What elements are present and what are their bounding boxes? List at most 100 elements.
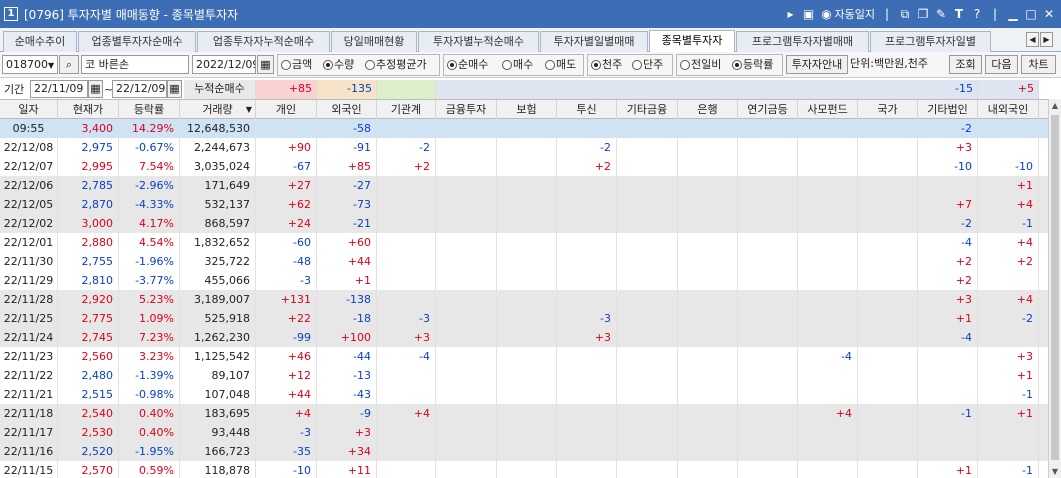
col-header-other-corp[interactable]: 기타법인 (918, 100, 978, 119)
table-row[interactable]: 22/12/06 2,785 -2.96% 171,649 +27 -27 +1 (0, 176, 1048, 195)
cell-nation (858, 252, 918, 271)
period-from-input[interactable]: 22/11/09 (30, 80, 88, 98)
period-to-input[interactable]: 22/12/09 (112, 80, 167, 98)
cell-private-fund (798, 442, 858, 461)
col-header-domestic-foreign[interactable]: 내외국인 (978, 100, 1039, 119)
cell-insurance (497, 195, 557, 214)
table-row[interactable]: 09:55 3,400 14.29% 12,648,530 -58 -2 (0, 119, 1048, 138)
scroll-up-icon[interactable]: ▲ (1049, 99, 1061, 112)
tab-stock-investor[interactable]: 종목별투자자 (649, 30, 735, 52)
date-input[interactable]: 2022/12/09 (192, 55, 256, 74)
play-icon[interactable]: ▸ (785, 7, 797, 21)
table-row[interactable]: 22/11/24 2,745 7.23% 1,262,230 -99 +100 +3 +3 -4 (0, 328, 1048, 347)
cell-bank (678, 214, 738, 233)
table-row[interactable]: 22/11/16 2,520 -1.95% 166,723 -35 +34 (0, 442, 1048, 461)
calendar-icon[interactable]: ▦ (257, 55, 274, 74)
col-header-trust[interactable]: 투신 (557, 100, 617, 119)
tab-daily-trading[interactable]: 당일매매현황 (331, 31, 417, 52)
scroll-thumb[interactable] (1051, 115, 1059, 460)
close-icon[interactable]: ✕ (1043, 7, 1055, 21)
stock-code-input[interactable]: 018700▼ (2, 55, 58, 74)
link-icon[interactable]: ⧉ (899, 7, 911, 22)
col-header-other-finance[interactable]: 기타금융 (617, 100, 678, 119)
copy-icon[interactable]: ❐ (917, 7, 929, 21)
col-header-bank[interactable]: 은행 (678, 100, 738, 119)
sort-dropdown-icon[interactable]: ▼ (246, 100, 252, 119)
table-row[interactable]: 22/11/21 2,515 -0.98% 107,048 +44 -43 -1 (0, 385, 1048, 404)
radio-single-shares[interactable]: 단주 (632, 57, 663, 73)
cell-institution (377, 195, 436, 214)
tab-sector-investor-cum[interactable]: 업종투자자누적순매수 (197, 31, 330, 52)
col-header-individual[interactable]: 개인 (256, 100, 317, 119)
col-header-change-rate[interactable]: 등락률 (119, 100, 180, 119)
cell-volume: 3,035,024 (180, 157, 256, 176)
tab-net-buy-trend[interactable]: 순매수추이 (3, 31, 77, 52)
tab-scroll-left-icon[interactable]: ◀ (1026, 32, 1039, 47)
next-button[interactable]: 다음 (985, 55, 1018, 74)
cell-trust (557, 176, 617, 195)
table-row[interactable]: 22/12/02 3,000 4.17% 868,597 +24 -21 -2 -1 (0, 214, 1048, 233)
memo-icon[interactable]: ▣ (803, 7, 815, 21)
calendar-icon[interactable]: ▦ (167, 80, 182, 98)
col-header-pension[interactable]: 연기금등 (738, 100, 798, 119)
col-header-financial-invest[interactable]: 금융투자 (436, 100, 497, 119)
radio-avg-price[interactable]: 추정평균가 (365, 57, 427, 73)
cell-bank (678, 233, 738, 252)
pin-icon[interactable]: ✎ (935, 7, 947, 21)
col-header-nation[interactable]: 국가 (858, 100, 918, 119)
stock-name-field[interactable]: 코 바른손 (81, 55, 189, 74)
cell-trust (557, 214, 617, 233)
auto-log-button[interactable]: ◉ 자동일지 (821, 6, 875, 22)
cell-financial-invest (436, 328, 497, 347)
tab-investor-cum-net[interactable]: 투자자별누적순매수 (418, 31, 539, 52)
cell-other-finance (617, 157, 678, 176)
chart-button[interactable]: 차트 (1021, 55, 1056, 74)
tab-scroll-right-icon[interactable]: ▶ (1040, 32, 1053, 47)
scroll-down-icon[interactable]: ▼ (1049, 465, 1061, 478)
col-header-volume[interactable]: 거래량 ▼ (180, 100, 256, 119)
table-row[interactable]: 22/11/28 2,920 5.23% 3,189,007 +131 -138 +3 +4 (0, 290, 1048, 309)
cell-foreign: -91 (317, 138, 377, 157)
table-row[interactable]: 22/12/01 2,880 4.54% 1,832,652 -60 +60 -4 +4 (0, 233, 1048, 252)
radio-amount[interactable]: 금액 (281, 57, 312, 73)
col-header-foreign[interactable]: 외국인 (317, 100, 377, 119)
table-row[interactable]: 22/11/18 2,540 0.40% 183,695 +4 -9 +4 +4 -1 +1 (0, 404, 1048, 423)
investor-guide-button[interactable]: 투자자안내 (786, 55, 848, 74)
col-header-private-fund[interactable]: 사모펀드 (798, 100, 858, 119)
font-icon[interactable]: T (953, 7, 965, 21)
col-header-date[interactable]: 일자 (0, 100, 58, 119)
minimize-icon[interactable]: ▁ (1007, 7, 1019, 21)
radio-change-rate[interactable]: 등락률 (732, 57, 773, 73)
maximize-icon[interactable]: □ (1025, 7, 1037, 21)
table-row[interactable]: 22/11/30 2,755 -1.96% 325,722 -48 +44 +2 +2 (0, 252, 1048, 271)
col-header-insurance[interactable]: 보험 (497, 100, 557, 119)
table-row[interactable]: 22/12/07 2,995 7.54% 3,035,024 -67 +85 +2 +2 -10… (0, 157, 1048, 176)
table-row[interactable]: 22/11/29 2,810 -3.77% 455,066 -3 +1 +2 (0, 271, 1048, 290)
radio-net-buy[interactable]: 순매수 (447, 57, 488, 73)
tab-sector-investor-net[interactable]: 업종별투자자순매수 (78, 31, 196, 52)
radio-buy[interactable]: 매수 (502, 57, 533, 73)
search-icon[interactable]: ⌕ (59, 55, 79, 74)
tab-program-investor[interactable]: 프로그램투자자별매매 (736, 31, 869, 52)
table-row[interactable]: 22/12/05 2,870 -4.33% 532,137 +62 -73 +7 +4 (0, 195, 1048, 214)
cell-price: 2,975 (58, 138, 119, 157)
col-header-institution[interactable]: 기관계 (377, 100, 436, 119)
table-row[interactable]: 22/11/17 2,530 0.40% 93,448 -3 +3 (0, 423, 1048, 442)
table-row[interactable]: 22/11/23 2,560 3.23% 1,125,542 +46 -44 -4 -4 +3 (0, 347, 1048, 366)
vertical-scrollbar[interactable]: ▲ ▼ (1048, 99, 1061, 478)
query-button[interactable]: 조회 (949, 55, 982, 74)
radio-sell[interactable]: 매도 (545, 57, 576, 73)
table-row[interactable]: 22/11/15 2,570 0.59% 118,878 -10 +11 +1 -1 (0, 461, 1048, 478)
tab-investor-daily[interactable]: 투자자별일별매매 (540, 31, 648, 52)
radio-quantity[interactable]: 수량 (323, 57, 354, 73)
table-row[interactable]: 22/11/22 2,480 -1.39% 89,107 +12 -13 +1 (0, 366, 1048, 385)
table-row[interactable]: 22/12/08 2,975 -0.67% 2,244,673 +90 -91 -2 -2 +3 (0, 138, 1048, 157)
table-row[interactable]: 22/11/25 2,775 1.09% 525,918 +22 -18 -3 -3 +1 -2 (0, 309, 1048, 328)
tab-program-daily[interactable]: 프로그램투자자일별 (870, 31, 991, 52)
calendar-icon[interactable]: ▦ (88, 80, 103, 98)
radio-thousand-shares[interactable]: 천주 (591, 57, 622, 73)
col-header-price[interactable]: 현재가 (58, 100, 119, 119)
radio-prev-day[interactable]: 전일비 (680, 57, 721, 73)
help-icon[interactable]: ? (971, 7, 983, 21)
cell-foreign: -27 (317, 176, 377, 195)
